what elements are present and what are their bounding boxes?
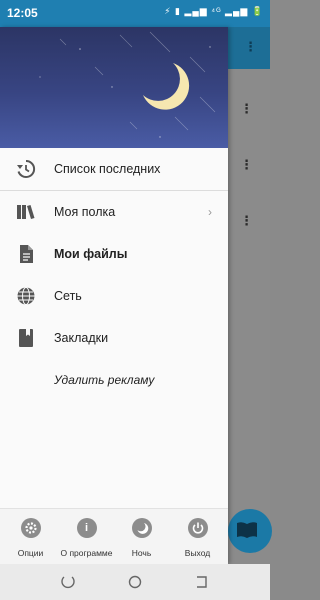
menu-item-label: Моя полка bbox=[54, 205, 116, 219]
night-label: Ночь bbox=[131, 548, 152, 558]
status-bar: 12:05 ⚡ ▮ ▂▄▆ ⁴ᴳ ▂▄▆ 🔋 bbox=[0, 0, 270, 27]
drawer-header bbox=[0, 27, 228, 148]
history-icon bbox=[17, 159, 36, 178]
power-icon bbox=[187, 518, 208, 538]
navigation-drawer: Список последних Моя полка › Мои файлы С… bbox=[0, 27, 228, 564]
menu-item-label: Закладки bbox=[54, 331, 109, 345]
about-button[interactable]: i О программе bbox=[58, 518, 115, 558]
moon-icon bbox=[131, 518, 152, 538]
drawer-bottom-bar: Опции i О программе Ночь Выход bbox=[0, 508, 228, 564]
menu-item-network[interactable]: Сеть bbox=[0, 275, 228, 317]
system-nav-bar bbox=[0, 564, 270, 600]
chevron-right-icon: › bbox=[208, 205, 212, 219]
menu-item-my-files[interactable]: Мои файлы bbox=[0, 233, 228, 275]
recent-apps-icon[interactable] bbox=[60, 574, 76, 590]
file-list bbox=[228, 69, 270, 564]
status-icons: ⚡ ▮ ▂▄▆ ⁴ᴳ ▂▄▆ 🔋 bbox=[164, 6, 264, 16]
open-book-fab[interactable] bbox=[228, 509, 272, 553]
status-time: 12:05 bbox=[7, 6, 38, 20]
menu-item-shelf[interactable]: Моя полка › bbox=[0, 191, 228, 233]
gear-icon bbox=[20, 518, 41, 538]
about-label: О программе bbox=[60, 548, 113, 558]
remove-ads-link[interactable]: Удалить рекламу bbox=[0, 359, 228, 401]
overflow-menu-icon[interactable]: ⋮ bbox=[244, 40, 257, 53]
options-label: Опции bbox=[17, 548, 44, 558]
menu-item-bookmarks[interactable]: Закладки bbox=[0, 317, 228, 359]
menu-item-label: Мои файлы bbox=[54, 247, 128, 261]
moon-illustration bbox=[143, 63, 190, 110]
options-button[interactable]: Опции bbox=[2, 518, 59, 558]
back-icon[interactable] bbox=[194, 574, 210, 590]
file-icon bbox=[20, 245, 33, 263]
item-menu-icon[interactable]: ⋮ bbox=[240, 158, 253, 171]
night-mode-button[interactable]: Ночь bbox=[113, 518, 170, 558]
home-icon[interactable] bbox=[127, 574, 143, 590]
exit-label: Выход bbox=[184, 548, 211, 558]
menu-item-label: Список последних bbox=[54, 162, 161, 176]
remove-ads-label: Удалить рекламу bbox=[54, 373, 155, 387]
item-menu-icon[interactable]: ⋮ bbox=[240, 102, 253, 115]
exit-button[interactable]: Выход bbox=[169, 518, 226, 558]
menu-item-recent[interactable]: Список последних bbox=[0, 148, 228, 190]
info-icon: i bbox=[76, 518, 97, 538]
globe-icon bbox=[17, 287, 35, 305]
books-icon bbox=[17, 205, 35, 219]
drawer-menu: Список последних Моя полка › Мои файлы С… bbox=[0, 148, 228, 401]
item-menu-icon[interactable]: ⋮ bbox=[240, 214, 253, 227]
bookmark-icon bbox=[19, 329, 33, 347]
menu-item-label: Сеть bbox=[54, 289, 82, 303]
book-open-icon bbox=[237, 522, 257, 538]
